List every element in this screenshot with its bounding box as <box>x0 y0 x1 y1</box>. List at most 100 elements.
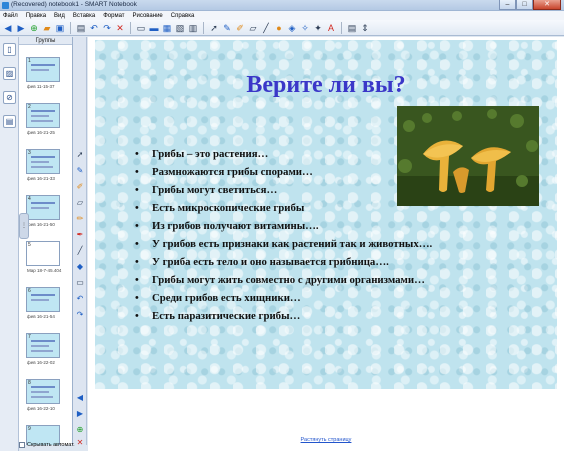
gallery-icon[interactable]: ▨ <box>3 67 16 80</box>
thumb-number: 5 <box>28 242 31 248</box>
close-button[interactable]: ✕ <box>533 0 561 10</box>
marker-tool-icon[interactable]: ✒ <box>74 229 86 241</box>
line-tool-icon[interactable]: ╱ <box>74 245 86 257</box>
select-icon[interactable]: ➚ <box>208 22 220 34</box>
app-icon <box>2 2 9 9</box>
page-thumbnail[interactable]: 7 <box>26 333 60 358</box>
vertical-toolbar: ➚ ✎ ✐ ▱ ✏ ✒ ╱ ◆ ▭ ↶ ↷ ◀ ▶ ⊕ ✕ <box>73 37 87 447</box>
text-tool-icon[interactable]: ▭ <box>74 277 86 289</box>
properties-icon[interactable]: ▤ <box>346 22 358 34</box>
shape-tool-icon[interactable]: ◆ <box>74 261 86 273</box>
arrow-left-icon[interactable]: ◀ <box>2 22 14 34</box>
undo-icon[interactable]: ↶ <box>88 22 100 34</box>
magic-pen-icon[interactable]: ✧ <box>299 22 311 34</box>
eraser-icon[interactable]: ▱ <box>247 22 259 34</box>
thumb-label: Мар 18-7-45.404 <box>27 268 62 273</box>
bullet-item: Грибы могут жить совместно с другими орг… <box>133 271 432 289</box>
side-tabs: ▯ ▨ ⊘ ▤ <box>0 37 19 451</box>
highlighter-tool-icon[interactable]: ✏ <box>74 213 86 225</box>
add-page-icon[interactable]: ⊕ <box>28 22 40 34</box>
paste-icon[interactable]: ▤ <box>75 22 87 34</box>
thumb-label: фев 16-21-33 <box>27 176 55 181</box>
document-camera-icon[interactable]: ▦ <box>161 22 173 34</box>
page-sorter: Группы 1 фев 11-15-37 2 фев 16-21-25 3 ф… <box>19 37 73 445</box>
title-bar: (Recovered) notebook1 - SMART Notebook –… <box>0 0 564 11</box>
menu-file[interactable]: Файл <box>3 13 18 19</box>
page-thumbnail[interactable]: 2 <box>26 103 60 128</box>
screen-shade-icon[interactable]: ▭ <box>135 22 147 34</box>
window-title: (Recovered) notebook1 - SMART Notebook <box>11 1 137 8</box>
creative-pen-tool-icon[interactable]: ✐ <box>74 181 86 193</box>
minimize-button[interactable]: – <box>499 0 516 10</box>
page-thumbnail[interactable]: 5 <box>26 241 60 266</box>
menu-draw[interactable]: Рисование <box>133 13 163 19</box>
expand-page-link[interactable]: Растянуть страницу <box>88 437 564 443</box>
slide: Верите ли вы? Грибы – это растения… Разм… <box>95 40 557 389</box>
text-icon[interactable]: A <box>325 22 337 34</box>
menu-format[interactable]: Формат <box>103 13 124 19</box>
menu-insert[interactable]: Вставка <box>73 13 95 19</box>
line-icon[interactable]: ╱ <box>260 22 272 34</box>
more-icon[interactable]: ⇕ <box>359 22 371 34</box>
thumb-label: фев 16-22-02 <box>27 360 55 365</box>
capture-icon[interactable]: ▧ <box>174 22 186 34</box>
toolbar-divider <box>341 21 342 34</box>
eraser-tool-icon[interactable]: ▱ <box>74 197 86 209</box>
bullet-item: Есть микроскопические грибы <box>133 199 432 217</box>
table-icon[interactable]: ▥ <box>187 22 199 34</box>
sorter-resize-handle[interactable]: ⋮ <box>19 213 29 239</box>
page-thumbnail[interactable]: 6 <box>26 287 60 312</box>
display-icon[interactable]: ▬ <box>148 22 160 34</box>
page-thumbnail[interactable]: 1 <box>26 57 60 82</box>
toolbar-divider <box>130 21 131 34</box>
thumb-number: 9 <box>28 426 31 432</box>
sorter-header[interactable]: Группы <box>19 37 72 45</box>
fill-icon[interactable]: ◈ <box>286 22 298 34</box>
thumb-label: фев 16-21-50 <box>27 222 55 227</box>
arrow-right-icon[interactable]: ▶ <box>15 22 27 34</box>
autohide-checkbox[interactable] <box>19 442 25 448</box>
window-controls: – □ ✕ <box>499 0 561 10</box>
shape-icon[interactable]: ● <box>273 22 285 34</box>
save-icon[interactable]: ▣ <box>54 22 66 34</box>
redo-tool-icon[interactable]: ↷ <box>74 309 86 321</box>
bullet-item: Есть паразитические грибы… <box>133 307 432 325</box>
next-page-icon[interactable]: ▶ <box>74 408 86 420</box>
bullet-item: У гриба есть тело и оно называется грибн… <box>133 253 432 271</box>
open-icon[interactable]: ▰ <box>41 22 53 34</box>
autohide-toggle[interactable]: Скрывать автомат. <box>19 442 75 448</box>
menu-view[interactable]: Вид <box>54 13 65 19</box>
prev-page-icon[interactable]: ◀ <box>74 392 86 404</box>
page-thumbnail[interactable]: 3 <box>26 149 60 174</box>
bullet-item: Грибы могут светиться… <box>133 181 432 199</box>
bullet-list: Грибы – это растения… Размножаются грибы… <box>133 145 432 325</box>
delete-icon[interactable]: ✕ <box>114 22 126 34</box>
bullet-item: Размножаются грибы спорами… <box>133 163 432 181</box>
page-thumbnail[interactable]: 8 <box>26 379 60 404</box>
bullet-item: Грибы – это растения… <box>133 145 432 163</box>
undo-tool-icon[interactable]: ↶ <box>74 293 86 305</box>
menu-help[interactable]: Справка <box>171 13 195 19</box>
bullet-item: У грибов есть признаки как растений так … <box>133 235 432 253</box>
creative-pen-icon[interactable]: ✐ <box>234 22 246 34</box>
attachments-icon[interactable]: ⊘ <box>3 91 16 104</box>
redo-icon[interactable]: ↷ <box>101 22 113 34</box>
thumb-label: фев 11-15-37 <box>27 84 55 89</box>
pen-icon[interactable]: ✎ <box>221 22 233 34</box>
slide-title: Верите ли вы? <box>246 72 406 98</box>
canvas: Верите ли вы? Грибы – это растения… Разм… <box>88 37 564 451</box>
menu-edit[interactable]: Правка <box>26 13 46 19</box>
menu-bar: Файл Правка Вид Вставка Формат Рисование… <box>0 11 564 20</box>
page-thumbnail[interactable]: 4 <box>26 195 60 220</box>
add-page-tool-icon[interactable]: ⊕ <box>74 424 86 436</box>
thumb-label: фев 16-21-54 <box>27 314 55 319</box>
select-tool-icon[interactable]: ➚ <box>74 149 86 161</box>
delete-page-icon[interactable]: ✕ <box>74 437 86 449</box>
bullet-item: Из грибов получают витамины…. <box>133 217 432 235</box>
properties-tab-icon[interactable]: ▤ <box>3 115 16 128</box>
page-sorter-icon[interactable]: ▯ <box>3 43 16 56</box>
pen-tool-icon[interactable]: ✎ <box>74 165 86 177</box>
magic-wand-icon[interactable]: ✦ <box>312 22 324 34</box>
maximize-button[interactable]: □ <box>516 0 533 10</box>
main-toolbar: ◀ ▶ ⊕ ▰ ▣ ▤ ↶ ↷ ✕ ▭ ▬ ▦ ▧ ▥ ➚ ✎ ✐ ▱ ╱ ● … <box>0 20 564 36</box>
